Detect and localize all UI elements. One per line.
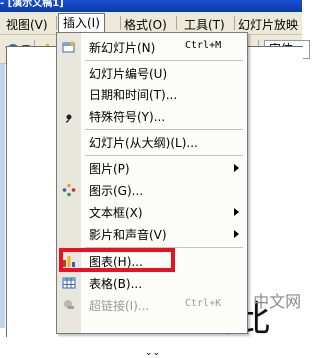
menu-item-label: 表格(B)... xyxy=(89,277,143,291)
menu-separator xyxy=(234,16,235,30)
expand-menu-chevrons-icon[interactable]: ⌄⌄ xyxy=(145,348,160,358)
menu-separator xyxy=(85,129,243,130)
menu-separator xyxy=(120,16,121,30)
menu-item-label: 幻灯片编号(U) xyxy=(89,67,168,81)
symbol-icon xyxy=(65,114,72,123)
menu-item-slides-from-outline[interactable]: 幻灯片(从大纲)(L)... xyxy=(57,132,247,152)
menu-item-label: 特殊符号(Y)... xyxy=(89,110,166,124)
menu-item-date-time[interactable]: 日期和时间(T)... xyxy=(57,84,247,104)
diagram-icon xyxy=(62,183,76,197)
menu-item-label: 文本框(X) xyxy=(89,206,143,220)
menu-separator xyxy=(85,60,243,61)
submenu-arrow-icon xyxy=(234,164,239,172)
menu-tools[interactable]: 工具(T) xyxy=(184,16,225,33)
menu-item-label: 日期和时间(T)... xyxy=(89,88,178,102)
menu-item-label: 幻灯片(从大纲)(L)... xyxy=(89,136,198,150)
menu-item-label: 影片和声音(V) xyxy=(89,228,167,242)
submenu-arrow-icon xyxy=(234,230,239,238)
menu-item-picture[interactable]: 图片(P) xyxy=(57,158,247,178)
menu-format[interactable]: 格式(O) xyxy=(124,16,167,33)
menu-item-movies-sounds[interactable]: 影片和声音(V) xyxy=(57,224,247,244)
menu-item-label: 新幻灯片(N) xyxy=(89,41,156,55)
menu-view[interactable]: 视图(V) xyxy=(6,16,48,33)
menu-item-shortcut: Ctrl+K xyxy=(185,298,222,309)
window-title: - [演示文稿1] xyxy=(0,0,64,9)
menu-item-table[interactable]: 表格(B)... xyxy=(57,273,247,293)
menu-item-textbox[interactable]: 文本框(X) xyxy=(57,202,247,222)
menu-slideshow[interactable]: 幻灯片放映 xyxy=(238,16,298,33)
table-icon xyxy=(62,277,76,289)
submenu-arrow-icon xyxy=(234,208,239,216)
insert-menu-dropdown: 新幻灯片(N) Ctrl+M 幻灯片编号(U) 日期和时间(T)... 特殊符号… xyxy=(56,32,248,358)
menu-item-shortcut: Ctrl+M xyxy=(185,40,222,51)
menu-separator xyxy=(56,16,57,30)
menu-insert[interactable]: 插入(I) xyxy=(58,13,105,34)
title-bar: - [演示文稿1] xyxy=(0,0,302,12)
menu-item-new-slide[interactable]: 新幻灯片(N) Ctrl+M xyxy=(57,37,247,57)
highlight-box xyxy=(59,248,175,272)
menu-item-label: 图片(P) xyxy=(89,162,130,176)
menu-item-hyperlink[interactable]: 超链接(I)... Ctrl+K xyxy=(57,295,247,315)
menu-item-slide-number[interactable]: 幻灯片编号(U) xyxy=(57,63,247,83)
menu-separator xyxy=(85,155,243,156)
menu-separator xyxy=(176,16,177,30)
hyperlink-icon xyxy=(64,300,74,309)
menu-item-diagram[interactable]: 图示(G)... xyxy=(57,180,247,200)
new-slide-icon xyxy=(62,40,75,53)
menu-item-label: 图示(G)... xyxy=(89,184,144,198)
menu-item-special-symbol[interactable]: 特殊符号(Y)... xyxy=(57,106,247,126)
menu-item-label: 超链接(I)... xyxy=(89,299,150,313)
pane-edge xyxy=(0,64,5,328)
